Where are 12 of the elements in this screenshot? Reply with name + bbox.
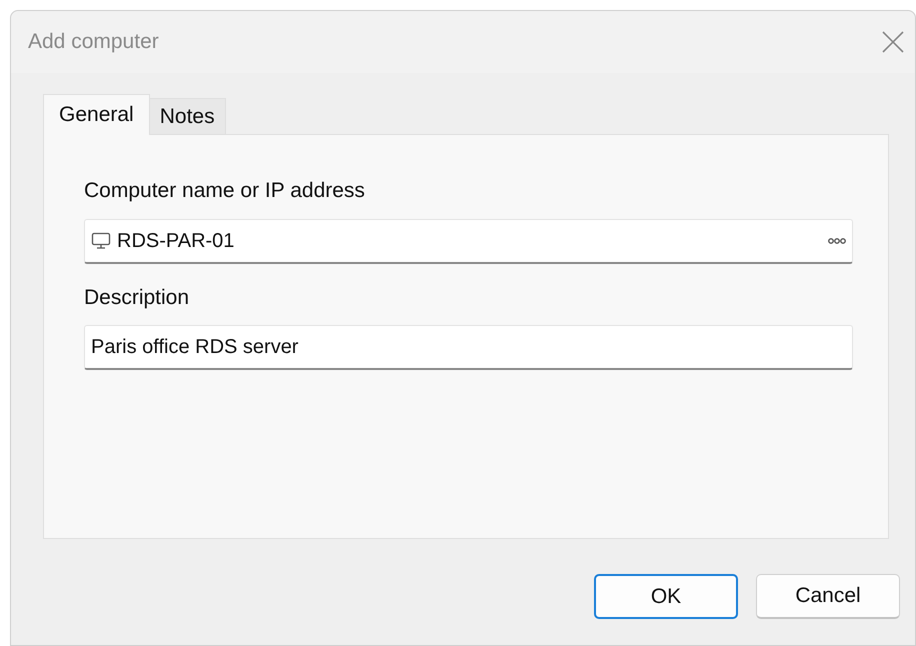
more-icon[interactable] bbox=[828, 236, 846, 244]
input-field[interactable]: RDS-PAR-01 bbox=[84, 218, 853, 264]
input-field[interactable]: Paris office RDS server bbox=[84, 325, 853, 370]
close-icon[interactable] bbox=[881, 30, 905, 54]
ok-button[interactable]: OK bbox=[594, 574, 738, 619]
monitor-icon bbox=[91, 232, 111, 250]
window-title: Add computer bbox=[28, 29, 159, 56]
tab[interactable]: Notes bbox=[150, 98, 226, 134]
cancel-button[interactable]: Cancel bbox=[756, 574, 900, 619]
field-label: Description bbox=[84, 284, 190, 310]
tab[interactable]: General bbox=[43, 94, 150, 135]
field-label: Computer name or IP address bbox=[84, 178, 366, 204]
